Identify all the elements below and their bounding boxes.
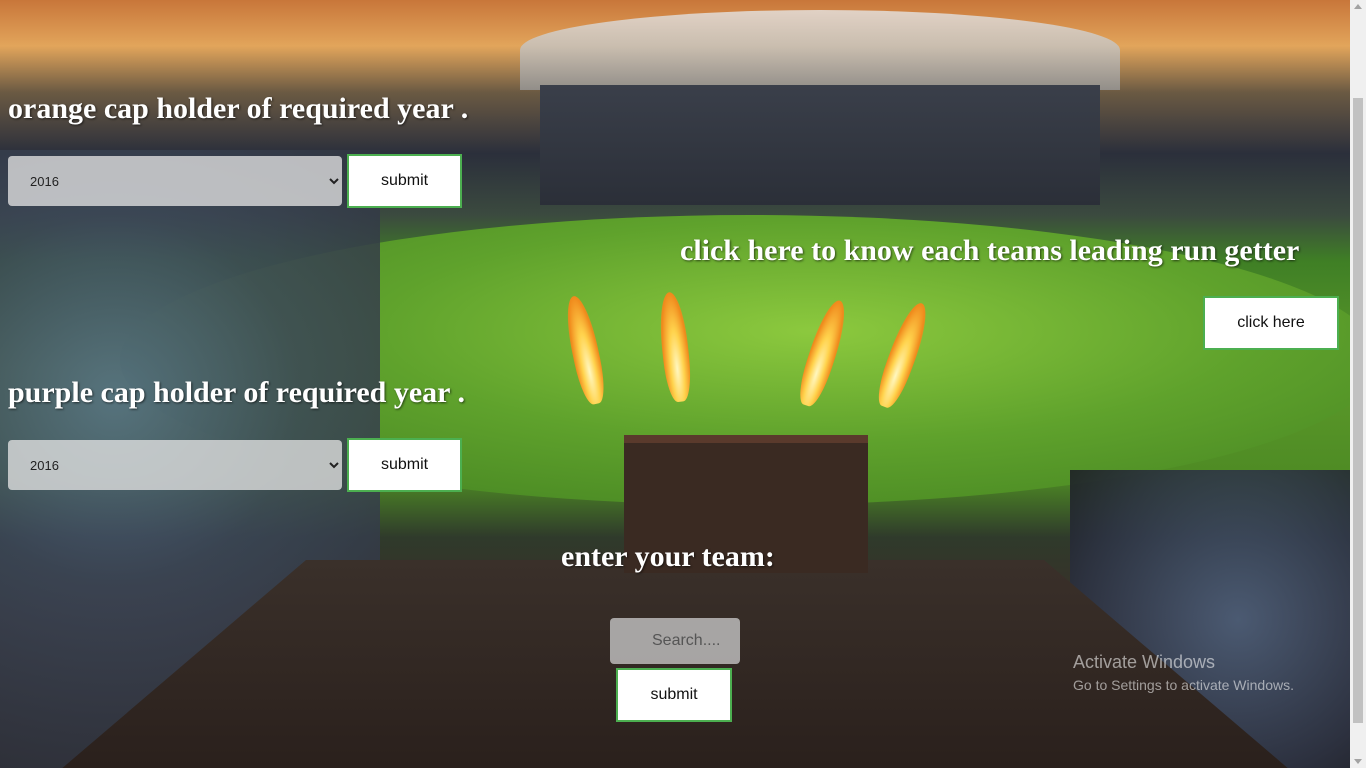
- scroll-down-arrow-icon[interactable]: [1354, 759, 1362, 764]
- team-submit-button[interactable]: submit: [616, 668, 732, 722]
- watermark-subtitle: Go to Settings to activate Windows.: [1073, 677, 1294, 693]
- enter-team-heading: enter your team:: [561, 540, 775, 573]
- scrollbar-thumb[interactable]: [1353, 98, 1363, 723]
- orange-cap-heading: orange cap holder of required year .: [8, 92, 469, 125]
- purple-cap-submit-button[interactable]: submit: [347, 438, 462, 492]
- scroll-up-arrow-icon[interactable]: [1354, 4, 1362, 9]
- team-search-input[interactable]: [610, 618, 740, 664]
- stadium-stand: [540, 85, 1100, 205]
- orange-cap-year-select[interactable]: 2016: [8, 156, 342, 206]
- watermark-title: Activate Windows: [1073, 652, 1216, 672]
- orange-cap-submit-button[interactable]: submit: [347, 154, 462, 208]
- teams-leading-run-getter-heading: click here to know each teams leading ru…: [680, 234, 1300, 267]
- purple-cap-year-select[interactable]: 2016: [8, 440, 342, 490]
- purple-cap-heading: purple cap holder of required year .: [8, 376, 465, 409]
- stadium-roof: [520, 10, 1120, 90]
- vertical-scrollbar[interactable]: [1350, 0, 1366, 768]
- windows-activation-watermark: Activate Windows Go to Settings to activ…: [1073, 652, 1294, 693]
- click-here-button[interactable]: click here: [1203, 296, 1339, 350]
